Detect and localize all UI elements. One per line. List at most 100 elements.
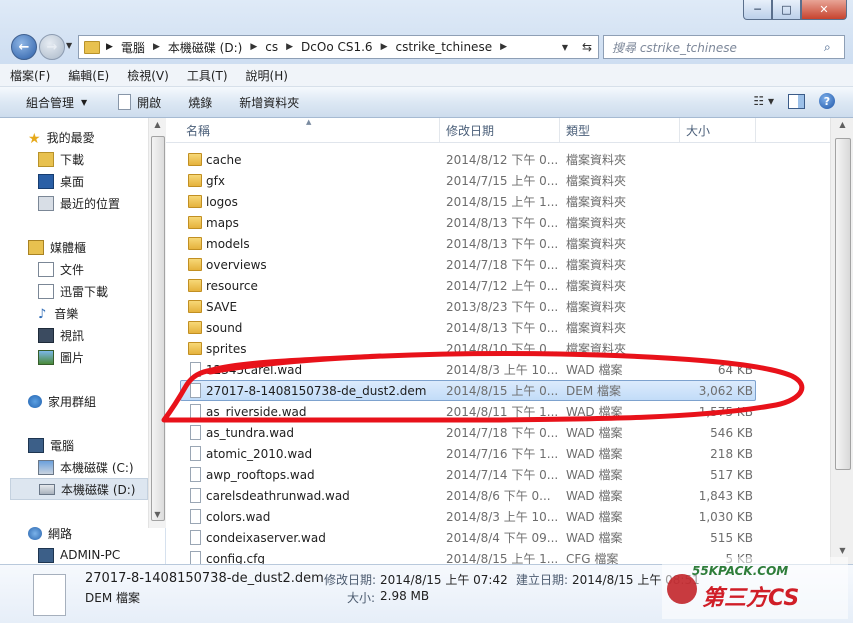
- address-bar[interactable]: ▶ 電腦 ▶ 本機磁碟 (D:) ▶ cs ▶ DcOo CS1.6 ▶ cst…: [78, 35, 599, 59]
- file-large-icon: [33, 574, 66, 616]
- chevron-right-icon[interactable]: ▶: [500, 42, 507, 52]
- details-filetype: DEM 檔案: [85, 591, 140, 605]
- menu-view[interactable]: 檢視(V): [117, 67, 177, 84]
- breadcrumb-drive-d[interactable]: 本機磁碟 (D:): [168, 39, 242, 56]
- scroll-up-icon[interactable]: ▲: [149, 120, 166, 136]
- file-type: 檔案資料夾: [566, 216, 627, 230]
- file-icon: [190, 530, 201, 545]
- list-scroll-thumb[interactable]: [835, 138, 851, 470]
- chevron-right-icon[interactable]: ▶: [286, 42, 293, 52]
- breadcrumb-cstrike[interactable]: cstrike_tchinese: [395, 40, 492, 54]
- file-date: 2014/8/13 下午 0...: [446, 237, 559, 251]
- nav-scroll-thumb[interactable]: [151, 136, 165, 521]
- file-row[interactable]: awp_rooftops.wad 2014/7/14 下午 0... WAD 檔案 5…: [166, 464, 830, 485]
- file-type: 檔案資料夾: [566, 195, 627, 209]
- folder-icon: [188, 279, 202, 292]
- file-row[interactable]: colors.wad 2014/8/3 上午 10... WAD 檔案 1,030 K…: [166, 506, 830, 527]
- preview-pane-icon[interactable]: [788, 93, 805, 109]
- file-row[interactable]: gfx 2014/7/15 上午 0... 檔案資料夾: [166, 170, 830, 191]
- breadcrumb-computer[interactable]: 電腦: [121, 39, 145, 56]
- file-icon: [190, 383, 201, 398]
- search-box[interactable]: 搜尋 cstrike_tchinese ⌕: [603, 35, 845, 59]
- column-name[interactable]: 名稱: [166, 118, 440, 142]
- open-button[interactable]: 開啟: [100, 94, 174, 111]
- menu-help[interactable]: 說明(H): [236, 67, 296, 84]
- file-size: 3,062 KB: [698, 383, 753, 398]
- file-name: logos: [206, 194, 238, 209]
- nav-scrollbar[interactable]: ▲ ▼: [148, 118, 166, 528]
- minimize-button[interactable]: ─: [743, 0, 772, 20]
- menu-edit[interactable]: 編輯(E): [58, 67, 117, 84]
- chevron-right-icon[interactable]: ▶: [381, 42, 388, 52]
- menu-file[interactable]: 檔案(F): [0, 67, 58, 84]
- file-type: WAD 檔案: [566, 405, 623, 419]
- file-type: 檔案資料夾: [566, 300, 627, 314]
- scroll-down-icon[interactable]: ▼: [149, 510, 166, 526]
- nav-label: 本機磁碟 (D:): [61, 482, 136, 497]
- back-button[interactable]: ←: [11, 34, 37, 60]
- nav-label: 圖片: [60, 350, 85, 365]
- file-type: WAD 檔案: [566, 531, 623, 545]
- close-button[interactable]: ✕: [801, 0, 847, 20]
- file-row[interactable]: overviews 2014/7/18 下午 0... 檔案資料夾: [166, 254, 830, 275]
- column-date[interactable]: 修改日期: [440, 118, 560, 142]
- recent-pages-dropdown[interactable]: ▼: [66, 41, 72, 50]
- file-name: carelsdeathrunwad.wad: [206, 488, 350, 503]
- breadcrumb-dcoo[interactable]: DcOo CS1.6: [301, 40, 373, 54]
- nav-admin-pc[interactable]: ADMIN-PC: [38, 544, 186, 566]
- folder-icon: [188, 321, 202, 334]
- scroll-up-icon[interactable]: ▲: [831, 120, 853, 136]
- file-row[interactable]: resource 2014/7/12 上午 0... 檔案資料夾: [166, 275, 830, 296]
- file-row[interactable]: SAVE 2013/8/23 下午 0... 檔案資料夾: [166, 296, 830, 317]
- file-row[interactable]: logos 2014/8/15 上午 1... 檔案資料夾: [166, 191, 830, 212]
- search-icon[interactable]: ⌕: [824, 40, 844, 55]
- chevron-right-icon[interactable]: ▶: [153, 42, 160, 52]
- navigation-bar: ← → ▼ ▶ 電腦 ▶ 本機磁碟 (D:) ▶ cs ▶ DcOo CS1.6…: [0, 31, 853, 63]
- nav-label: 音樂: [54, 306, 79, 321]
- forward-button[interactable]: →: [39, 34, 65, 60]
- file-row[interactable]: sound 2014/8/13 下午 0... 檔案資料夾: [166, 317, 830, 338]
- help-icon[interactable]: ?: [819, 93, 835, 109]
- file-row[interactable]: models 2014/8/13 下午 0... 檔案資料夾: [166, 233, 830, 254]
- nav-drive-d[interactable]: 本機磁碟 (D:): [10, 478, 148, 500]
- menu-tools[interactable]: 工具(T): [177, 67, 236, 84]
- file-row-selected[interactable]: 27017-8-1408150738-de_dust2.dem 2014/8/15…: [166, 380, 830, 401]
- file-name: sprites: [206, 341, 247, 356]
- file-name: models: [206, 236, 250, 251]
- maximize-button[interactable]: □: [772, 0, 801, 20]
- list-scrollbar[interactable]: ▲ ▼: [830, 118, 853, 564]
- file-row[interactable]: sprites 2014/8/10 下午 0... 檔案資料夾: [166, 338, 830, 359]
- chevron-right-icon[interactable]: ▶: [106, 42, 113, 52]
- file-row[interactable]: condeixaserver.wad 2014/8/4 下午 09... WAD 檔…: [166, 527, 830, 548]
- file-row[interactable]: as_riverside.wad 2014/8/11 下午 1... WAD 檔案 1…: [166, 401, 830, 422]
- view-options-icon[interactable]: ☷ ▾: [753, 94, 774, 108]
- file-row[interactable]: carelsdeathrunwad.wad 2014/8/6 下午 0... WAD…: [166, 485, 830, 506]
- file-row[interactable]: maps 2014/8/13 下午 0... 檔案資料夾: [166, 212, 830, 233]
- chevron-right-icon[interactable]: ▶: [250, 42, 257, 52]
- file-row[interactable]: cache 2014/8/12 下午 0... 檔案資料夾: [166, 149, 830, 170]
- file-row[interactable]: as_tundra.wad 2014/7/18 下午 0... WAD 檔案 546 …: [166, 422, 830, 443]
- scroll-down-icon[interactable]: ▼: [831, 546, 853, 562]
- refresh-icon[interactable]: ⇆: [576, 40, 598, 54]
- new-folder-button[interactable]: 新增資料夾: [225, 94, 312, 111]
- column-type[interactable]: 類型: [560, 118, 680, 142]
- history-dropdown-icon[interactable]: ▼: [554, 43, 576, 52]
- file-size: 515 KB: [710, 530, 753, 545]
- file-row[interactable]: atomic_2010.wad 2014/7/16 下午 1... WAD 檔案 21…: [166, 443, 830, 464]
- file-size: 218 KB: [710, 446, 753, 461]
- breadcrumb-cs[interactable]: cs: [265, 40, 278, 54]
- homegroup-icon: [28, 394, 42, 408]
- organize-button[interactable]: 組合管理 ▼: [0, 94, 100, 111]
- file-date: 2014/8/10 下午 0...: [446, 342, 559, 356]
- burn-button[interactable]: 燒錄: [174, 94, 225, 111]
- file-date: 2014/8/4 下午 09...: [446, 531, 559, 545]
- file-name: atomic_2010.wad: [206, 446, 313, 461]
- file-row[interactable]: 12345carel.wad 2014/8/3 上午 10... WAD 檔案 64 …: [166, 359, 830, 380]
- file-name: 27017-8-1408150738-de_dust2.dem: [206, 383, 427, 398]
- search-input[interactable]: 搜尋 cstrike_tchinese: [604, 39, 824, 56]
- details-modified-value: 2014/8/15 上午 07:42: [380, 573, 508, 587]
- menu-bar: 檔案(F) 編輯(E) 檢視(V) 工具(T) 說明(H): [0, 64, 853, 87]
- file-date: 2014/7/16 下午 1...: [446, 447, 559, 461]
- column-size[interactable]: 大小: [680, 118, 756, 142]
- nav-label: 媒體櫃: [50, 240, 87, 255]
